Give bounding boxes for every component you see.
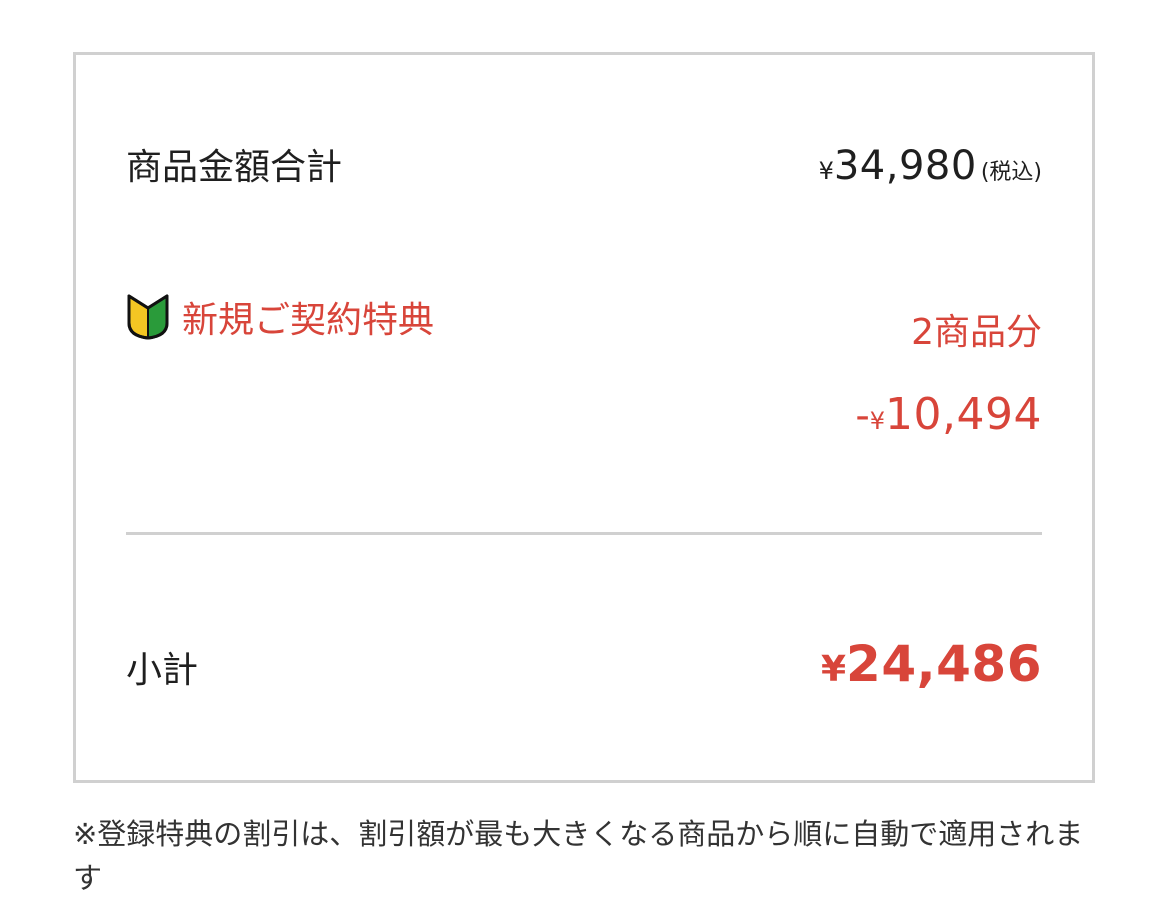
subtotal-label: 小計	[126, 650, 199, 691]
benefit-title: 新規ご契約特典	[182, 300, 435, 341]
summary-divider	[126, 532, 1042, 535]
discount-currency: ¥	[869, 407, 886, 435]
order-summary-box: 商品金額合計 ¥34,980 (税込) 新規ご契約特典 2商品分 -¥10,494…	[73, 52, 1095, 783]
beginner-mark-icon	[127, 294, 169, 340]
benefit-quantity: 2商品分	[911, 312, 1042, 353]
discount-amount: 10,494	[885, 389, 1042, 440]
subtotal-value: ¥24,486	[821, 635, 1042, 693]
product-total-label: 商品金額合計	[126, 147, 343, 188]
subtotal-currency: ¥	[820, 649, 847, 690]
product-total-value: ¥34,980 (税込)	[819, 143, 1042, 189]
benefit-discount-value: -¥10,494	[855, 389, 1042, 440]
tax-included-note: (税込)	[980, 160, 1042, 185]
subtotal-amount: 24,486	[846, 635, 1042, 693]
discount-application-note: ※登録特典の割引は、割引額が最も大きくなる商品から順に自動で適用されます	[73, 817, 1084, 895]
discount-minus-sign: -	[855, 393, 870, 439]
new-contract-benefit-label: 新規ご契約特典	[126, 291, 434, 343]
product-total-amount: 34,980	[833, 143, 977, 189]
product-total-currency: ¥	[818, 157, 834, 185]
